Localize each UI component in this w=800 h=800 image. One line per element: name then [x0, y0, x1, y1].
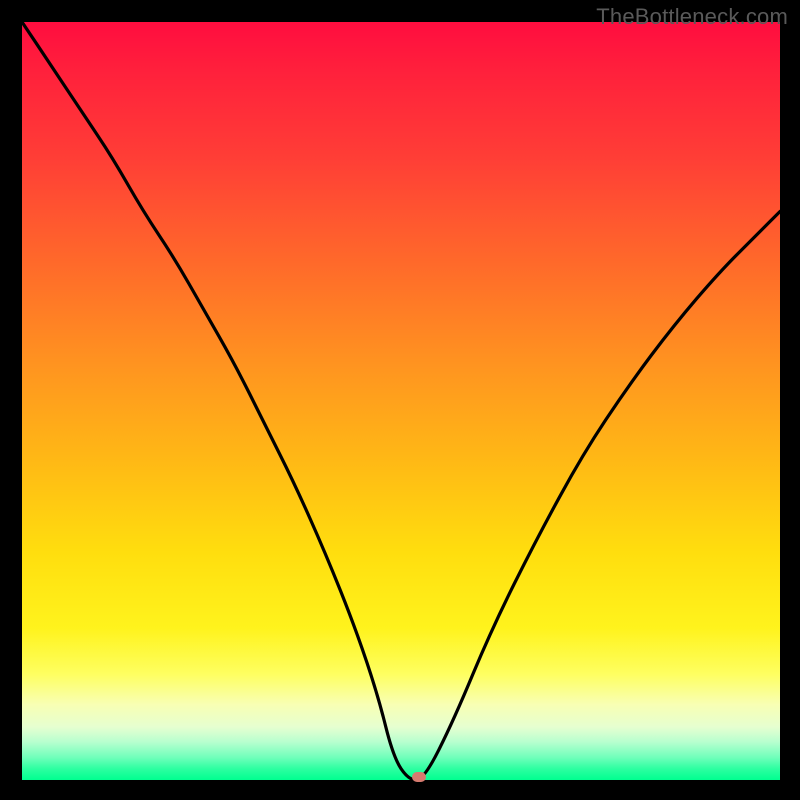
optimum-marker [412, 772, 426, 782]
chart-frame: TheBottleneck.com [0, 0, 800, 800]
watermark-text: TheBottleneck.com [596, 4, 788, 30]
bottleneck-curve [22, 22, 780, 780]
plot-area [22, 22, 780, 780]
